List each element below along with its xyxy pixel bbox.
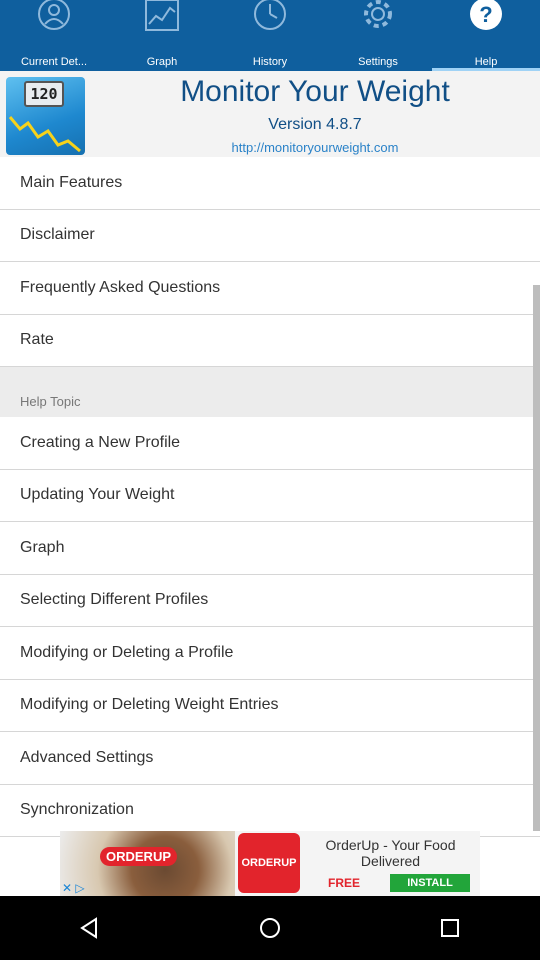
ad-close-icon[interactable]: ✕ ▷ — [62, 881, 85, 895]
tab-graph[interactable]: Graph — [108, 0, 216, 71]
list-item-rate[interactable]: Rate — [0, 314, 540, 367]
recents-icon — [441, 919, 459, 937]
list-item-help-topic[interactable]: Synchronization — [0, 784, 540, 837]
list-item-disclaimer[interactable]: Disclaimer — [0, 209, 540, 262]
tab-label: Graph — [146, 56, 178, 68]
list-item-help-topic[interactable]: Selecting Different Profiles — [0, 574, 540, 627]
back-icon — [80, 917, 97, 939]
ad-app-logo: ORDERUP — [238, 833, 300, 893]
app-url-link[interactable]: http://monitoryourweight.com — [90, 140, 540, 155]
ad-install-button[interactable]: INSTALL — [390, 874, 470, 892]
back-button[interactable] — [60, 898, 120, 958]
person-icon — [38, 0, 70, 30]
app-header: 120 Monitor Your Weight Version 4.8.7 ht… — [0, 71, 540, 157]
list-item-help-topic[interactable]: Advanced Settings — [0, 732, 540, 785]
app-version: Version 4.8.7 — [268, 116, 362, 133]
list-item-help-topic[interactable]: Graph — [0, 522, 540, 575]
tab-current-details[interactable]: Current Det... — [0, 0, 108, 71]
tab-label: Current Det... — [20, 56, 88, 68]
list-item-help-topic[interactable]: Modifying or Deleting Weight Entries — [0, 679, 540, 732]
tab-label: History — [252, 56, 288, 68]
list-item-help-topic[interactable]: Creating a New Profile — [0, 417, 540, 470]
tab-label: Help — [474, 56, 498, 68]
list-item-help-topic[interactable]: Modifying or Deleting a Profile — [0, 627, 540, 680]
tab-help[interactable]: ? Help — [432, 0, 540, 71]
ad-headline: OrderUp - Your Food Delivered — [325, 837, 456, 869]
tab-label: Settings — [358, 56, 398, 68]
list-item-help-topic[interactable]: Updating Your Weight — [0, 469, 540, 522]
app-logo: 120 — [6, 77, 85, 155]
recents-button[interactable] — [420, 898, 480, 958]
list-item-faq[interactable]: Frequently Asked Questions — [0, 262, 540, 315]
help-icon: ? — [470, 0, 502, 30]
clock-icon — [254, 0, 286, 30]
help-list: Main Features Disclaimer Frequently Aske… — [0, 157, 540, 837]
app-title: Monitor Your Weight — [180, 75, 450, 108]
gear-icon — [364, 0, 392, 28]
ad-brand-badge: ORDERUP — [100, 847, 178, 866]
tab-settings[interactable]: Settings — [324, 0, 432, 71]
logo-scale-display: 120 — [24, 81, 64, 107]
home-icon — [260, 918, 280, 938]
ad-free-label: FREE — [328, 876, 361, 890]
tab-history[interactable]: History — [216, 0, 324, 71]
system-nav-bar — [0, 896, 540, 960]
logo-trend-icon — [8, 116, 81, 153]
section-header-help-topic: Help Topic — [0, 367, 540, 417]
scrollbar[interactable] — [533, 285, 540, 831]
home-button[interactable] — [240, 898, 300, 958]
ad-banner[interactable]: ORDERUP ORDERUP OrderUp - Your Food Deli… — [60, 831, 480, 896]
svg-text:?: ? — [479, 2, 492, 27]
graph-icon — [145, 0, 179, 31]
list-item-main-features[interactable]: Main Features — [0, 157, 540, 210]
top-tab-bar: Current Det... Graph History Settings ? … — [0, 0, 540, 71]
